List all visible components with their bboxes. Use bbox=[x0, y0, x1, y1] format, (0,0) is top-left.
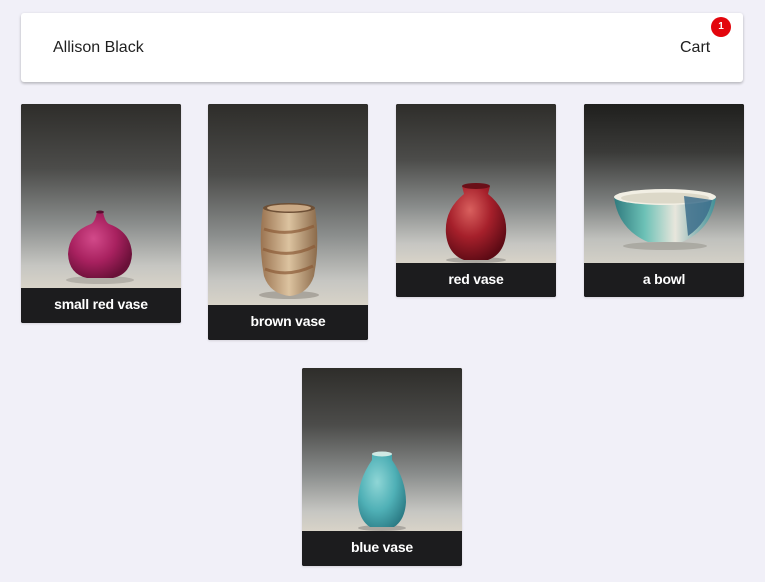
bowl-image bbox=[584, 104, 744, 263]
product-card-a-bowl[interactable]: a bowl bbox=[584, 104, 744, 297]
red-vase-image bbox=[396, 104, 556, 263]
blue-vase-image bbox=[302, 368, 462, 531]
product-name: a bowl bbox=[584, 263, 744, 297]
cart-count-badge: 1 bbox=[711, 17, 731, 37]
small-red-vase-image bbox=[21, 104, 181, 288]
product-name: blue vase bbox=[302, 531, 462, 566]
product-name: brown vase bbox=[208, 305, 368, 340]
product-name: red vase bbox=[396, 263, 556, 297]
top-navbar: Allison Black Cart 1 bbox=[21, 13, 743, 82]
cart-link[interactable]: Cart bbox=[680, 39, 710, 57]
product-card-small-red-vase[interactable]: small red vase bbox=[21, 104, 181, 323]
brown-vase-image bbox=[208, 104, 368, 305]
brand-link[interactable]: Allison Black bbox=[53, 39, 144, 57]
product-name: small red vase bbox=[21, 288, 181, 323]
product-card-brown-vase[interactable]: brown vase bbox=[208, 104, 368, 340]
product-card-red-vase[interactable]: red vase bbox=[396, 104, 556, 297]
product-card-blue-vase[interactable]: blue vase bbox=[302, 368, 462, 566]
